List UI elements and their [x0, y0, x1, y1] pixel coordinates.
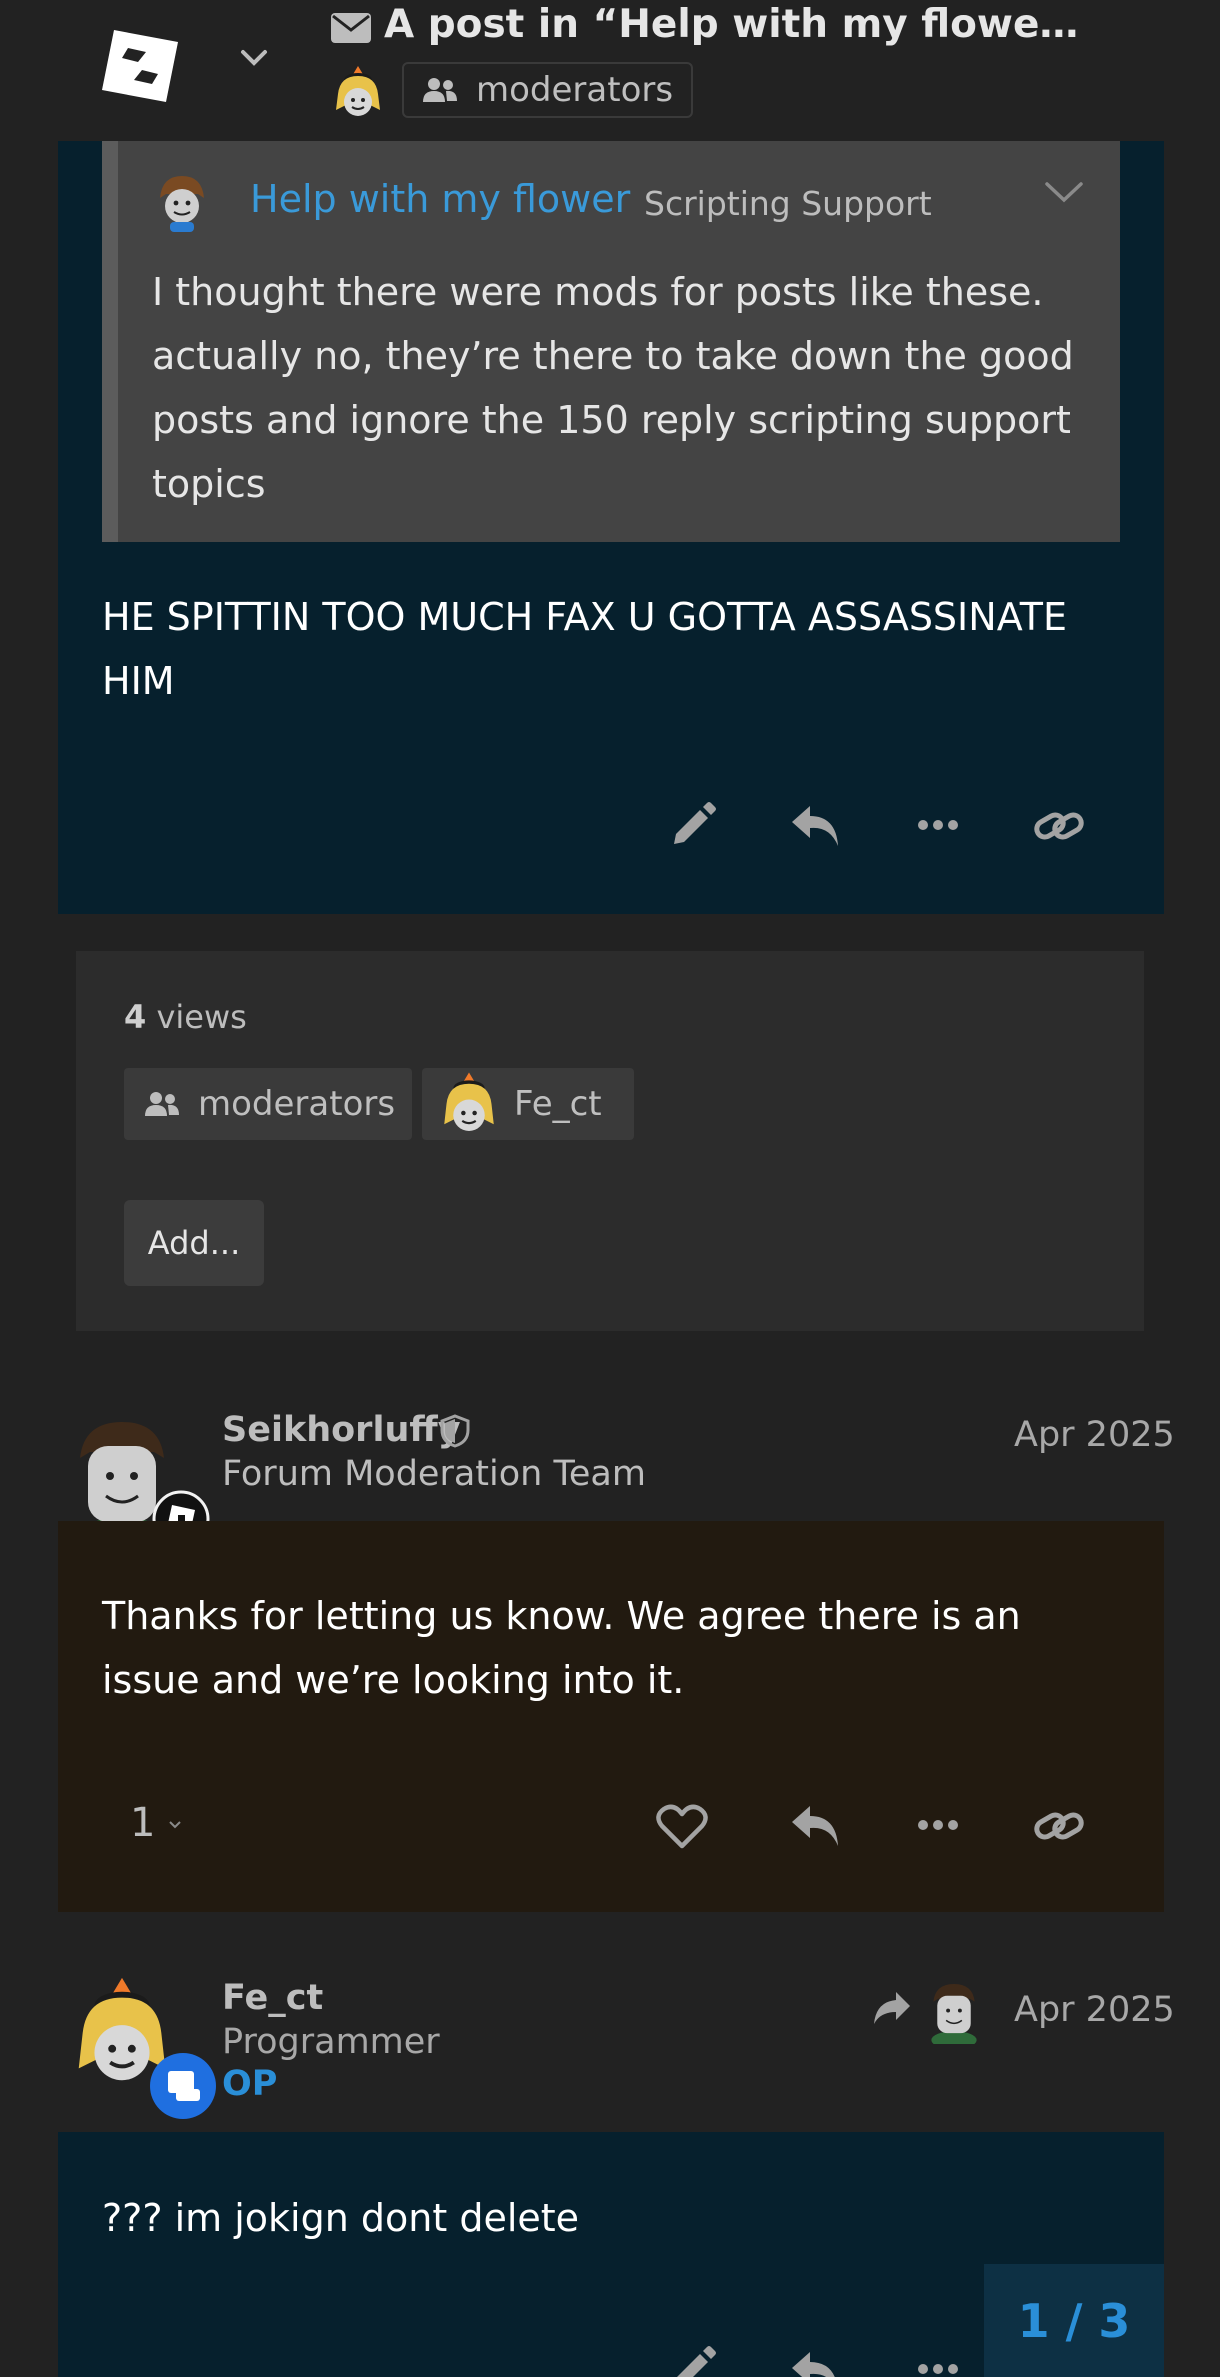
reply-button[interactable] — [790, 2348, 842, 2377]
timeline-pager[interactable]: 1 / 3 — [984, 2264, 1164, 2377]
avatar — [442, 1070, 496, 1138]
quote-text: I thought there were mods for posts like… — [152, 270, 1074, 506]
participant-user-fect[interactable]: Fe_ct — [422, 1068, 634, 1140]
post-2 — [58, 1521, 1164, 1912]
avatar[interactable] — [334, 64, 382, 120]
group-label: moderators — [476, 70, 674, 110]
envelope-icon — [330, 12, 372, 44]
users-icon — [144, 1091, 180, 1117]
programmer-badge-icon — [148, 2051, 218, 2121]
reply-button[interactable] — [790, 1802, 842, 1850]
users-icon — [422, 77, 458, 103]
user-title: Forum Moderation Team — [222, 1454, 646, 1494]
views-count: 4 views — [124, 998, 247, 1036]
ellipsis-icon — [918, 820, 958, 830]
post-body: Thanks for letting us know. We agree the… — [102, 1594, 1021, 1702]
share-link-button[interactable] — [1034, 804, 1084, 848]
ellipsis-icon — [918, 1820, 958, 1830]
link-icon — [1034, 1812, 1084, 1840]
shield-icon — [440, 1414, 470, 1448]
ellipsis-icon — [918, 2364, 958, 2374]
participant-group-moderators[interactable]: moderators — [124, 1068, 412, 1140]
link-icon — [1034, 812, 1084, 840]
chevron-down-icon[interactable] — [1044, 180, 1084, 206]
share-icon[interactable] — [872, 1990, 912, 2026]
add-participant-button[interactable]: Add... — [124, 1200, 264, 1286]
heart-icon — [656, 1804, 708, 1849]
chevron-down-icon[interactable] — [168, 1820, 182, 1830]
post-username[interactable]: Seikhorluffy — [222, 1410, 461, 1450]
post-username[interactable]: Fe_ct — [222, 1978, 323, 2018]
chevron-down-icon[interactable] — [240, 48, 268, 68]
post-date[interactable]: Apr 2025 — [1014, 1990, 1175, 2030]
like-count[interactable]: 1 — [130, 1800, 155, 1846]
roblox-logo-icon[interactable] — [100, 28, 180, 104]
post-date[interactable]: Apr 2025 — [1014, 1415, 1175, 1455]
reply-icon — [792, 806, 838, 846]
participant-label: moderators — [198, 1084, 396, 1124]
reply-icon — [792, 1806, 838, 1846]
reply-icon — [792, 2352, 835, 2377]
pencil-icon — [677, 2346, 716, 2377]
reply-button[interactable] — [790, 802, 842, 850]
more-button[interactable] — [916, 818, 960, 832]
quote-topic-link[interactable]: Help with my flower — [250, 177, 630, 221]
user-title: Programmer — [222, 2022, 440, 2062]
edit-button[interactable] — [666, 800, 718, 852]
more-button[interactable] — [916, 2362, 960, 2376]
topic-title[interactable]: A post in “Help with my flower” re... — [384, 2, 1084, 47]
group-badge[interactable]: moderators — [402, 62, 694, 118]
edit-button[interactable] — [666, 2344, 718, 2377]
post-body: HE SPITTIN TOO MUCH FAX U GOTTA ASSASSIN… — [102, 595, 1067, 703]
pencil-icon — [674, 802, 716, 844]
like-button[interactable] — [656, 1804, 708, 1850]
op-badge: OP — [222, 2064, 278, 2104]
post-body: ??? im jokign dont delete — [102, 2196, 580, 2240]
share-link-button[interactable] — [1034, 1804, 1084, 1848]
avatar[interactable] — [152, 172, 212, 234]
avatar[interactable] — [926, 1982, 982, 2044]
quote-category[interactable]: Scripting Support — [644, 184, 932, 223]
participant-label: Fe_ct — [514, 1084, 602, 1124]
more-button[interactable] — [916, 1818, 960, 1832]
